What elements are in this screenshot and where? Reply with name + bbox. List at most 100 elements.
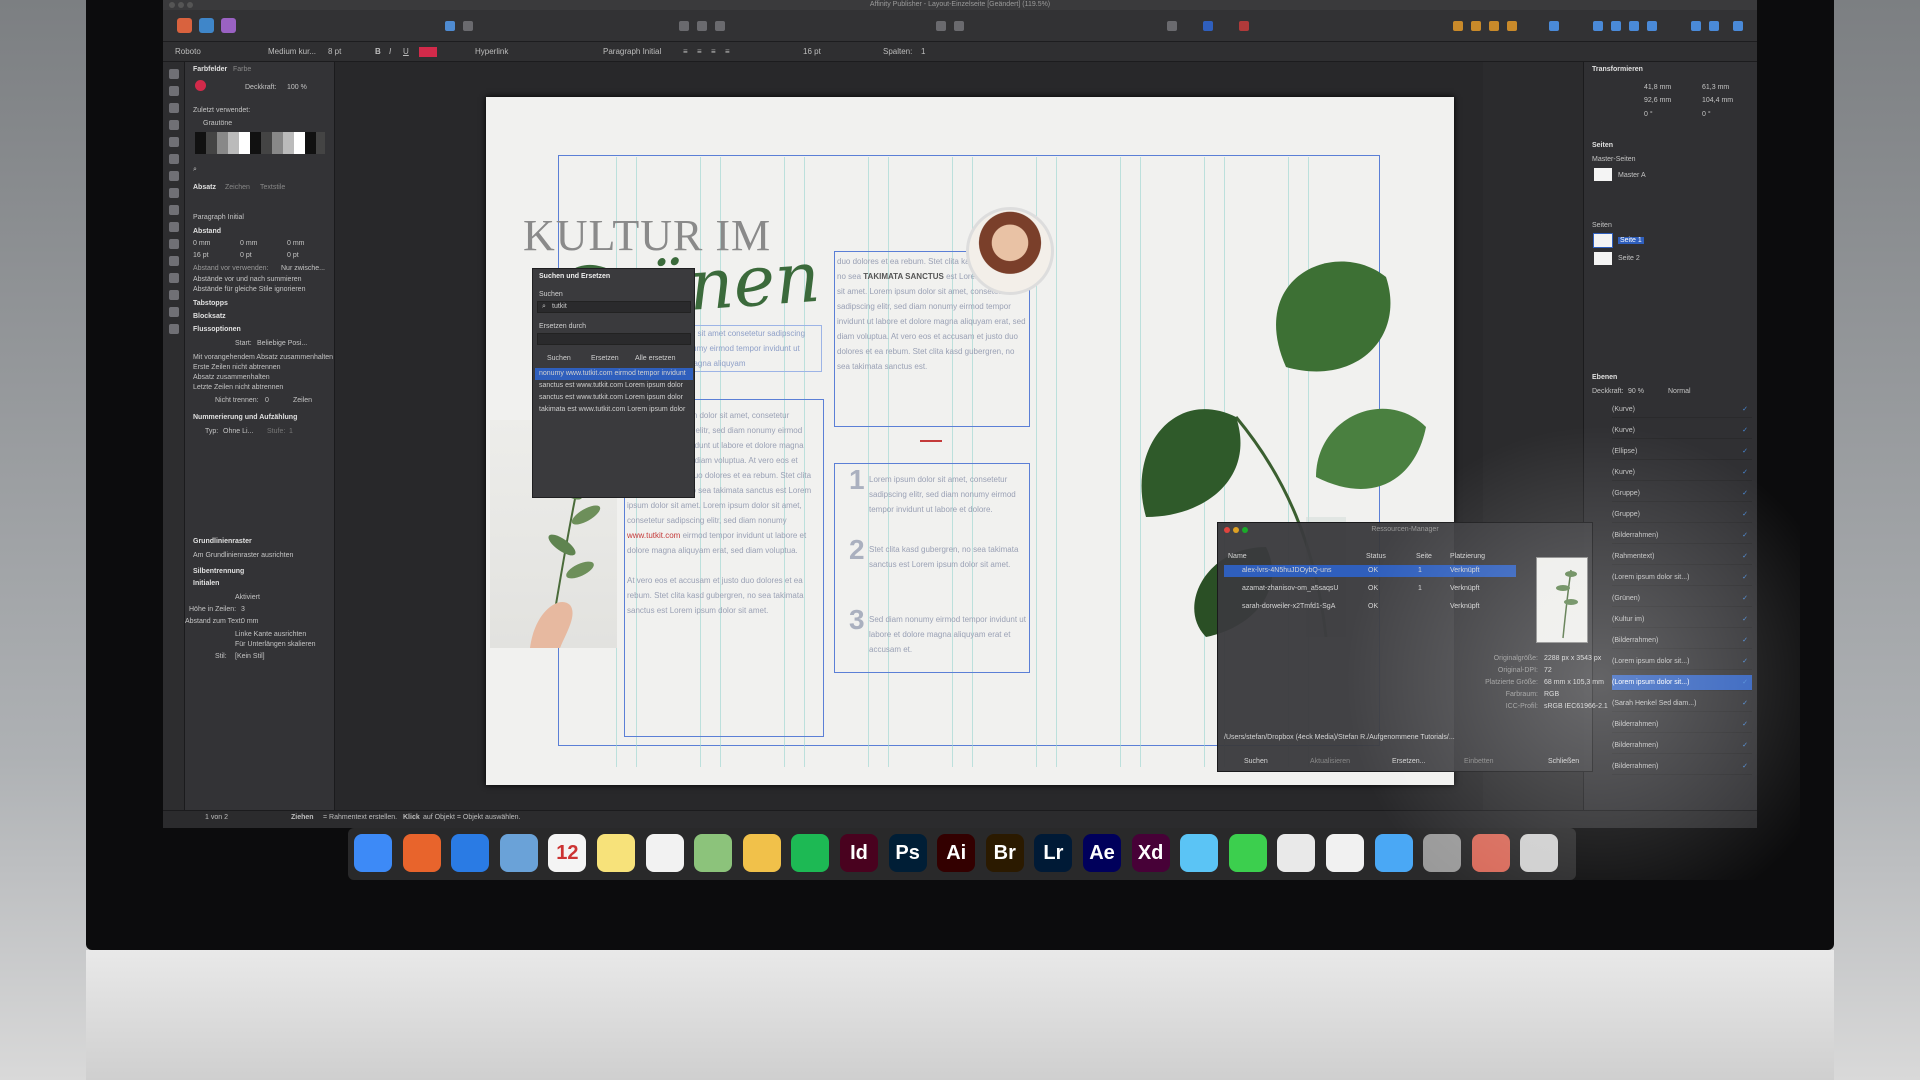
resource-embed-button[interactable]: Einbetten (1464, 758, 1494, 765)
layer-item[interactable]: (Gruppe) ✓ (1612, 507, 1752, 523)
table-tool-icon[interactable] (168, 103, 179, 113)
indesign-icon[interactable]: Id (840, 834, 878, 872)
shear-field[interactable]: 0 ° (1702, 111, 1711, 118)
columns-field[interactable]: 1 (921, 47, 925, 56)
hoehe-field[interactable]: 3 (241, 606, 245, 613)
resource-name[interactable]: sarah-dorweiler-x2Tmfd1-SgA (1242, 603, 1335, 610)
fill-color-swatch[interactable] (195, 80, 206, 91)
resource-name[interactable]: azamat-zhanisov-om_a5saqsU (1242, 585, 1339, 592)
master-a-thumbnail[interactable] (1594, 168, 1612, 181)
typ-select[interactable]: Ohne Li... (223, 428, 253, 435)
page-mode-icon[interactable] (715, 21, 725, 31)
ellipse-tool-icon[interactable] (168, 222, 179, 232)
height-field[interactable]: 104,4 mm (1702, 97, 1733, 104)
stil-select[interactable]: [Kein Stil] (235, 653, 265, 660)
layer-visibility-check-icon[interactable]: ✓ (1742, 465, 1748, 481)
master-a-label[interactable]: Master A (1618, 172, 1646, 179)
nicht-trennen-field[interactable]: 0 (265, 397, 269, 404)
tab-character[interactable]: Zeichen (225, 184, 250, 191)
search-result[interactable]: takimata est www.tutkit.com Lorem ipsum … (539, 406, 685, 413)
node-tool-icon[interactable] (168, 86, 179, 96)
appstore-icon[interactable] (1374, 834, 1413, 872)
firefox-icon[interactable] (402, 834, 441, 872)
crop-tool-icon[interactable] (168, 256, 179, 266)
layer-visibility-check-icon[interactable]: ✓ (1742, 549, 1748, 565)
snapping-icon[interactable] (1203, 21, 1213, 31)
section-abstand[interactable]: Abstand (193, 228, 221, 235)
studio-link-icon[interactable] (445, 21, 455, 31)
align-right-icon[interactable]: ≡ (711, 47, 716, 56)
layer-item[interactable]: (Bilderrahmen) ✓ (1612, 633, 1752, 649)
pen-tool-icon[interactable] (936, 21, 946, 31)
boolean-intersect-icon[interactable] (1733, 21, 1743, 31)
layer-item[interactable]: (Rahmentext) ✓ (1612, 549, 1752, 565)
tab-paragraph[interactable]: Absatz (193, 184, 216, 191)
linke-kante-check[interactable]: Linke Kante ausrichten (235, 631, 306, 638)
snapping-options-icon[interactable] (1239, 21, 1249, 31)
flip-horizontal-icon[interactable] (1593, 21, 1603, 31)
layer-visibility-check-icon[interactable]: ✓ (1742, 717, 1748, 733)
abstand-vor-select[interactable]: Nur zwische... (281, 265, 325, 272)
affinity-publisher-icon[interactable] (1471, 834, 1510, 872)
safari-icon[interactable] (451, 834, 490, 872)
flip-vertical-icon[interactable] (1611, 21, 1621, 31)
flow-option-1[interactable]: Mit vorangehendem Absatz zusammenhalten (193, 354, 333, 361)
arrange-forward-icon[interactable] (1471, 21, 1481, 31)
layer-visibility-check-icon[interactable]: ✓ (1742, 570, 1748, 586)
layer-item[interactable]: (Kurve) ✓ (1612, 423, 1752, 439)
search-result[interactable]: nonumy www.tutkit.com eirmod tempor invi… (539, 370, 686, 377)
leading-field[interactable]: 16 pt (803, 47, 821, 56)
find-button[interactable]: Suchen (547, 355, 571, 362)
layer-visibility-check-icon[interactable]: ✓ (1742, 402, 1748, 418)
rotation-field[interactable]: 0 ° (1644, 111, 1653, 118)
facetime-icon[interactable] (1228, 834, 1267, 872)
photos-icon[interactable] (742, 834, 781, 872)
rotate-right-icon[interactable] (1647, 21, 1657, 31)
music-icon[interactable] (1326, 834, 1364, 872)
place-image-tool-icon[interactable] (168, 273, 179, 283)
unterlaengen-check[interactable]: Für Unterlängen skalieren (235, 641, 316, 648)
illustrator-icon[interactable]: Ai (937, 834, 976, 872)
leading-field[interactable]: 16 pt (193, 252, 209, 259)
move-tool-icon[interactable] (168, 69, 179, 79)
page-2-label[interactable]: Seite 2 (1618, 255, 1640, 262)
portrait-avatar-image[interactable] (966, 207, 1054, 295)
x-field[interactable]: 41,8 mm (1644, 84, 1671, 91)
layer-item[interactable]: (Lorem ipsum dolor sit...) ✓ (1612, 675, 1752, 691)
aktiviert-check[interactable]: Aktiviert (235, 594, 260, 601)
section-flussoptionen[interactable]: Flussoptionen (193, 326, 241, 333)
resource-close-button[interactable]: Schließen (1548, 758, 1579, 765)
master-pages-section[interactable]: Master-Seiten (1592, 156, 1636, 163)
layer-visibility-check-icon[interactable]: ✓ (1742, 507, 1748, 523)
layer-item[interactable]: (Lorem ipsum dolor sit...) ✓ (1612, 570, 1752, 586)
section-grundlinienraster[interactable]: Grundlinienraster (193, 538, 252, 545)
layer-visibility-check-icon[interactable]: ✓ (1742, 759, 1748, 775)
messages-icon[interactable] (1180, 834, 1219, 872)
resource-replace-button[interactable]: Ersetzen... (1392, 758, 1425, 765)
zoom-tool-icon[interactable] (168, 324, 179, 334)
indent-first-field[interactable]: 0 mm (287, 240, 305, 247)
width-field[interactable]: 61,3 mm (1702, 84, 1729, 91)
resource-update-button[interactable]: Aktualisieren (1310, 758, 1350, 765)
layer-item[interactable]: (Ellipse) ✓ (1612, 444, 1752, 460)
layer-visibility-check-icon[interactable]: ✓ (1742, 591, 1748, 607)
replace-all-button[interactable]: Alle ersetzen (635, 355, 675, 362)
paragraph-style-select[interactable]: Paragraph Initial (603, 47, 661, 56)
preflight-icon[interactable] (679, 21, 689, 31)
font-size-field[interactable]: 8 pt (328, 47, 341, 56)
layer-item[interactable]: (Grünen) ✓ (1612, 591, 1752, 607)
layer-visibility-check-icon[interactable]: ✓ (1742, 675, 1748, 691)
preview-eye-icon[interactable] (1167, 21, 1177, 31)
designer-persona-icon[interactable] (199, 18, 214, 33)
system-preferences-icon[interactable] (1423, 834, 1462, 872)
pages-section[interactable]: Seiten (1592, 222, 1612, 229)
italic-button[interactable]: I (389, 47, 391, 56)
y-field[interactable]: 92,6 mm (1644, 97, 1671, 104)
numbered-list-frame[interactable]: 1 Lorem ipsum dolor sit amet, consetetur… (834, 463, 1030, 673)
section-silbentrennung[interactable]: Silbentrennung (193, 568, 244, 575)
layer-opacity-field[interactable]: 90 % (1628, 388, 1644, 395)
replace-button[interactable]: Ersetzen (591, 355, 619, 362)
col-placement[interactable]: Platzierung (1450, 553, 1485, 560)
start-select[interactable]: Beliebige Posi... (257, 340, 307, 347)
align-center-icon[interactable]: ≡ (697, 47, 702, 56)
